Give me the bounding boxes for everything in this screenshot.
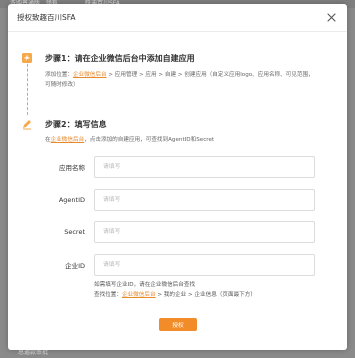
corpid-row: 企业ID — [45, 254, 315, 276]
step2-description: 在企业微信后台，点击添加的自建应用，可查找到AgentID和Secret — [45, 137, 215, 143]
secret-label: Secret — [64, 228, 85, 236]
dialog-header: 授权致趣百川SFA — [8, 4, 347, 32]
step2-admin-link[interactable]: 企业微信后台 — [51, 137, 85, 143]
pencil-icon — [23, 120, 31, 130]
step1-admin-link[interactable]: 企业微信后台 — [73, 72, 107, 78]
corpid-hint-line2: 查找位置：企业微信后台 > 我的企业 > 企业信息（页面最下方） — [94, 292, 256, 298]
hint-admin-link[interactable]: 企业微信后台 — [122, 292, 156, 298]
agentid-label: AgentID — [58, 196, 85, 204]
authorize-button[interactable]: 授权 — [159, 318, 197, 331]
agentid-row: AgentID — [45, 189, 315, 211]
secret-row: Secret — [45, 221, 315, 243]
corpid-hint-line1: 如需填写企业ID，请在企业微信后台查找 — [94, 282, 196, 288]
agentid-input[interactable] — [94, 189, 315, 211]
dialog-title: 授权致趣百川SFA — [17, 13, 76, 22]
close-icon — [326, 13, 336, 22]
step1-description: 添加位置：企业微信后台 > 应用管理 > 应用 > 自建 > 创建应用（自定义应… — [45, 72, 314, 88]
corpid-input[interactable] — [94, 254, 315, 276]
authorize-dialog: 授权致趣百川SFA 步骤1：请在企业微信后台中添加自建应用 添加位置：企业微信后… — [8, 4, 347, 350]
step-timeline — [27, 59, 28, 115]
app-name-input[interactable] — [94, 156, 315, 178]
step1-title: 步骤1：请在企业微信后台中添加自建应用 — [45, 54, 195, 63]
app-name-label: 应用名称 — [59, 164, 85, 172]
step2-title: 步骤2：填写信息 — [45, 120, 107, 129]
secret-input[interactable] — [94, 221, 315, 243]
app-name-row: 应用名称 — [45, 156, 315, 178]
close-button[interactable] — [320, 7, 342, 29]
corpid-label: 企业ID — [65, 262, 85, 270]
